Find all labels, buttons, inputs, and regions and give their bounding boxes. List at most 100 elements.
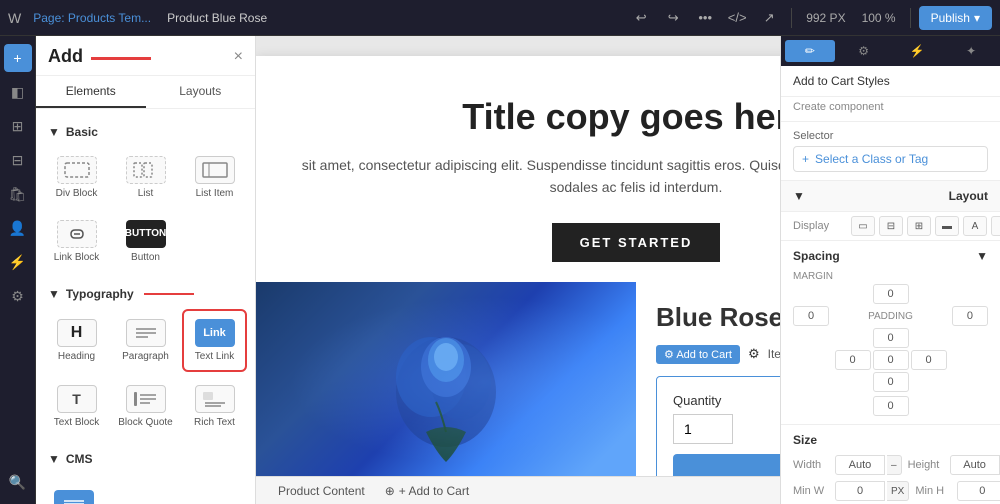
px-value: 992 PX <box>800 11 851 25</box>
minw-input-group: PX <box>835 481 909 501</box>
padding-right-input[interactable] <box>911 350 947 370</box>
tab-layouts[interactable]: Layouts <box>146 76 256 108</box>
tab-elements[interactable]: Elements <box>36 76 146 108</box>
add-to-cart-crumb[interactable]: ⊕ + Add to Cart <box>379 480 475 502</box>
quantity-input[interactable] <box>673 414 733 444</box>
padding-bottom-input[interactable] <box>873 372 909 392</box>
block-quote-label: Block Quote <box>118 417 172 428</box>
interactions-tab[interactable]: ⚡ <box>893 40 943 62</box>
close-button[interactable]: × <box>234 48 243 66</box>
more-icon[interactable]: ••• <box>691 4 719 32</box>
text-block-element[interactable]: T Text Block <box>44 376 109 436</box>
typography-red-arrow <box>144 293 194 295</box>
minh-label: Min H <box>915 485 951 497</box>
rose-svg <box>256 282 636 482</box>
settings-icon-badge[interactable]: ⚙ <box>748 346 760 362</box>
paragraph-element[interactable]: Paragraph <box>113 309 178 372</box>
minh-input[interactable] <box>957 481 1000 501</box>
code-icon[interactable]: </> <box>723 4 751 32</box>
add-to-cart-badge[interactable]: ⚙ Add to Cart <box>656 345 740 364</box>
right-panel-tabs: ✏ ⚙ ⚡ ✦ <box>781 36 1000 66</box>
margin-top-input[interactable] <box>873 284 909 304</box>
height-input[interactable] <box>950 455 1000 475</box>
paragraph-label: Paragraph <box>122 351 169 362</box>
get-started-button[interactable]: GET STARTED <box>552 223 721 262</box>
layout-section-header[interactable]: ▼ Layout <box>781 181 1000 212</box>
button-element[interactable]: BUTTON Button <box>113 211 178 271</box>
margin-right-input[interactable] <box>952 306 988 326</box>
share-icon[interactable]: ↗ <box>755 4 783 32</box>
redo-icon[interactable]: ↪ <box>659 4 687 32</box>
product-content-crumb[interactable]: Product Content <box>272 480 371 502</box>
hero-title: Title copy goes here <box>286 96 780 138</box>
minw-unit[interactable]: PX <box>887 481 909 501</box>
create-component-link[interactable]: Create component <box>781 97 1000 122</box>
width-input[interactable] <box>835 455 885 475</box>
text-block-label: Text Block <box>54 417 100 428</box>
minw-label: Min W <box>793 485 829 497</box>
list-item-element[interactable]: List Item <box>182 147 247 207</box>
settings-icon[interactable]: ⚙ <box>4 282 32 310</box>
basic-section-header[interactable]: ▼ Basic <box>36 117 255 143</box>
search-icon[interactable]: 🔍 <box>4 468 32 496</box>
pages-icon[interactable]: ⊞ <box>4 112 32 140</box>
display-grid-btn[interactable]: ⊞ <box>907 216 931 236</box>
add-to-cart-styles-label: Add to Cart Styles <box>781 66 1000 97</box>
padding-center-input[interactable] <box>873 350 909 370</box>
list-element[interactable]: List <box>113 147 178 207</box>
button-label: Button <box>131 252 160 263</box>
left-sidebar: + ◧ ⊞ ⊟ 🛍 👤 ⚡ ⚙ 🔍 <box>0 36 36 504</box>
margin-bottom-input[interactable] <box>873 396 909 416</box>
custom-code-tab[interactable]: ✦ <box>946 40 996 62</box>
heading-element[interactable]: H Heading <box>44 309 109 372</box>
padding-top-input[interactable] <box>873 328 909 348</box>
minh-input-group: PX <box>957 481 1000 501</box>
div-block-icon <box>57 156 97 184</box>
typography-elements-grid: H Heading Paragraph Link Text Link T Tex… <box>36 305 255 440</box>
collapse-arrow: ▼ <box>48 125 60 139</box>
display-inline-btn[interactable]: ▬ <box>935 216 959 236</box>
width-unit[interactable]: – <box>887 455 902 475</box>
undo-icon[interactable]: ↩ <box>627 4 655 32</box>
main-layout: + ◧ ⊞ ⊟ 🛍 👤 ⚡ ⚙ 🔍 Add × Elements Layouts… <box>0 36 1000 504</box>
topbar-icons: ↩ ↪ ••• </> ↗ 992 PX 100 % Publish ▾ <box>627 4 992 32</box>
height-label: Height <box>908 459 944 471</box>
selector-button[interactable]: + Select a Class or Tag <box>793 146 988 172</box>
canvas-bottom-bar: Product Content ⊕ + Add to Cart <box>256 476 780 504</box>
cms-section-header[interactable]: ▼ CMS <box>36 444 255 470</box>
rich-text-element[interactable]: Rich Text <box>182 376 247 436</box>
display-block-btn[interactable]: ▭ <box>851 216 875 236</box>
display-flex-btn[interactable]: ⊟ <box>879 216 903 236</box>
users-icon[interactable]: 👤 <box>4 214 32 242</box>
ecommerce-icon[interactable]: 🛍 <box>4 180 32 208</box>
selector-area: Selector + Select a Class or Tag <box>781 122 1000 181</box>
style-tab[interactable]: ✏ <box>785 40 835 62</box>
display-text-btn[interactable]: A <box>963 216 987 236</box>
div-block-element[interactable]: Div Block <box>44 147 109 207</box>
cms-icon[interactable]: ⊟ <box>4 146 32 174</box>
cms-collapse-arrow: ▼ <box>48 452 60 466</box>
margin-left-input[interactable] <box>793 306 829 326</box>
display-none-btn[interactable]: ✕ <box>991 216 1000 236</box>
add-panel-header: Add × <box>36 36 255 76</box>
padding-label: PADDING <box>860 311 921 322</box>
canvas-inner: Title copy goes here sit amet, consectet… <box>256 56 780 504</box>
display-label: Display <box>793 220 843 232</box>
logic-icon[interactable]: ⚡ <box>4 248 32 276</box>
cms-item[interactable] <box>44 474 104 504</box>
text-link-element[interactable]: Link Text Link <box>182 309 247 372</box>
publish-button[interactable]: Publish ▾ <box>919 6 992 30</box>
heading-icon: H <box>57 319 97 347</box>
typography-section-header[interactable]: ▼ Typography <box>36 279 255 305</box>
size-section-header[interactable]: Size <box>793 433 988 447</box>
settings-tab[interactable]: ⚙ <box>839 40 889 62</box>
block-quote-element[interactable]: Block Quote <box>113 376 178 436</box>
right-panel: ✏ ⚙ ⚡ ✦ Add to Cart Styles Create compon… <box>780 36 1000 504</box>
list-item-icon <box>195 156 235 184</box>
navigator-icon[interactable]: ◧ <box>4 78 32 106</box>
add-element-icon[interactable]: + <box>4 44 32 72</box>
padding-left-input[interactable] <box>835 350 871 370</box>
spacing-section-header[interactable]: Spacing ▼ <box>793 249 988 263</box>
minw-input[interactable] <box>835 481 885 501</box>
link-block-element[interactable]: Link Block <box>44 211 109 271</box>
